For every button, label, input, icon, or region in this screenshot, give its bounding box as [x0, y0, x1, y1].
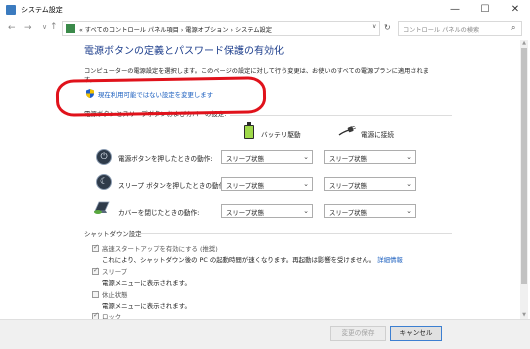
select-value: スリープ状態 [329, 182, 367, 190]
select-value: スリープ状態 [329, 209, 367, 217]
scroll-down-arrow-icon[interactable]: ▼ [520, 312, 528, 318]
save-changes-button[interactable]: 変更の保存 [330, 326, 386, 341]
scrollbar-thumb[interactable] [521, 48, 527, 284]
search-placeholder: コントロール パネルの検索 [403, 27, 480, 34]
minimize-button[interactable]: — [440, 0, 470, 20]
back-arrow-icon[interactable]: ← [8, 23, 16, 33]
sleep-button-battery-select[interactable]: スリープ状態 ⌄ [221, 177, 313, 191]
sleep-option-description: 電源メニューに表示されます。 [102, 279, 191, 287]
power-button-action-label: 電源ボタンを押したときの動作: [118, 155, 213, 163]
section-divider [230, 115, 452, 116]
maximize-button[interactable]: ☐ [470, 0, 500, 20]
checkmark-icon: ✓ [93, 243, 99, 251]
chevron-down-icon: ⌄ [406, 153, 412, 161]
sleep-button-plugged-select[interactable]: スリープ状態 ⌄ [324, 177, 416, 191]
lid-close-battery-select[interactable]: スリープ状態 ⌄ [221, 204, 313, 218]
sleep-moon-icon: ☾ [96, 174, 112, 190]
battery-column-header: バッテリ駆動 [261, 131, 301, 139]
laptop-lid-icon [94, 201, 110, 214]
page-title: 電源ボタンの定義とパスワード保護の有効化 [84, 46, 284, 57]
up-arrow-icon[interactable]: ↑ [50, 22, 58, 32]
checkmark-icon: ✓ [93, 311, 99, 319]
fast-startup-label: 高速スタートアップを有効にする (推奨) [102, 245, 218, 253]
chevron-down-icon: ⌄ [303, 207, 309, 215]
red-highlight-annotation [55, 76, 267, 117]
sleep-checkbox[interactable]: ✓ [92, 266, 99, 275]
scroll-up-arrow-icon[interactable]: ▲ [520, 40, 528, 46]
control-panel-icon [66, 24, 75, 33]
hibernate-option-label: 休止状態 [102, 291, 128, 299]
address-dropdown-icon[interactable]: ∨ [372, 23, 376, 30]
select-value: スリープ状態 [329, 155, 367, 163]
shutdown-settings-title: シャットダウン設定 [84, 230, 142, 238]
plugged-column-header: 電源に接続 [361, 131, 394, 139]
chevron-down-icon: ⌄ [303, 180, 309, 188]
breadcrumb[interactable]: « すべてのコントロール パネル項目 › 電源オプション › システム設定 [79, 25, 272, 34]
select-value: スリープ状態 [226, 182, 264, 190]
section-divider [140, 233, 452, 234]
chevron-down-icon: ⌄ [406, 207, 412, 215]
refresh-icon[interactable]: ↻ [384, 23, 391, 32]
select-value: スリープ状態 [226, 209, 264, 217]
battery-icon [244, 125, 254, 139]
more-info-link[interactable]: 詳細情報 [377, 256, 403, 264]
power-button-battery-select[interactable]: スリープ状態 ⌄ [221, 150, 313, 164]
chevron-down-icon: ⌄ [406, 180, 412, 188]
lid-close-action-label: カバーを閉じたときの動作: [118, 209, 200, 217]
power-icon: ⏻ [96, 149, 112, 165]
window-title: システム設定 [21, 6, 63, 14]
lid-close-plugged-select[interactable]: スリープ状態 ⌄ [324, 204, 416, 218]
control-panel-icon [6, 5, 16, 15]
power-button-plugged-select[interactable]: スリープ状態 ⌄ [324, 150, 416, 164]
select-value: スリープ状態 [226, 155, 264, 163]
hibernate-option-description: 電源メニューに表示されます。 [102, 302, 191, 310]
fast-startup-description: これにより、シャットダウン後の PC の起動時間が速くなります。再起動は影響を受… [102, 256, 403, 264]
checkmark-icon: ✓ [93, 266, 99, 274]
power-plug-icon [338, 126, 356, 136]
fast-startup-checkbox[interactable]: ✓ [92, 243, 99, 252]
sleep-button-action-label: スリープ ボタンを押したときの動作: [118, 182, 228, 190]
close-button[interactable]: ✕ [500, 0, 530, 20]
recent-dropdown-icon[interactable]: ∨ [42, 23, 47, 31]
hibernate-checkbox[interactable] [92, 291, 99, 298]
search-icon[interactable]: ⌕ [511, 23, 515, 33]
forward-arrow-icon[interactable]: → [24, 23, 32, 33]
chevron-down-icon: ⌄ [303, 153, 309, 161]
cancel-button[interactable]: キャンセル [390, 326, 442, 341]
sleep-option-label: スリープ [102, 268, 128, 276]
footer-bar [0, 319, 530, 349]
